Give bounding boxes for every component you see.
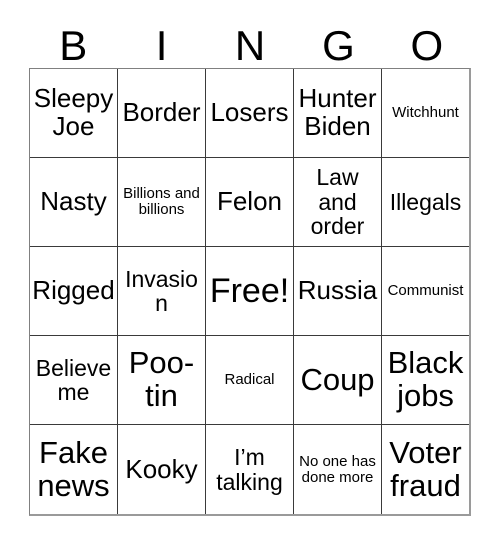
bingo-row: Believe me Poo-tin Radical Coup Black jo… xyxy=(30,336,469,425)
bingo-row: Fake news Kooky I’m talking No one has d… xyxy=(30,425,469,514)
bingo-cell[interactable]: Billions and billions xyxy=(118,158,206,247)
bingo-cell-label: Rigged xyxy=(32,275,115,306)
bingo-cell-label: Russia xyxy=(297,275,378,306)
bingo-row: Sleepy Joe Border Losers Hunter Biden Wi… xyxy=(30,69,469,158)
bingo-cell-label: Communist xyxy=(387,282,464,300)
bingo-grid: Sleepy Joe Border Losers Hunter Biden Wi… xyxy=(29,68,471,516)
bingo-cell[interactable]: Fake news xyxy=(30,425,118,514)
bingo-cell-label: Border xyxy=(122,97,201,128)
bingo-cell-label: Black jobs xyxy=(387,345,464,413)
bingo-cell-label: Law and order xyxy=(310,164,365,240)
bingo-cell[interactable]: Nasty xyxy=(30,158,118,247)
bingo-cell[interactable]: Voter fraud xyxy=(382,425,469,514)
bingo-row: Rigged Invasion Free! Russia Communist xyxy=(30,247,469,336)
bingo-cell-label: Fake news xyxy=(37,434,110,503)
bingo-cell[interactable]: Felon xyxy=(206,158,294,247)
bingo-cell-label: Illegals xyxy=(389,188,462,215)
bingo-cell-label: Kooky xyxy=(125,453,198,484)
bingo-cell-label: Free! xyxy=(209,271,290,310)
bingo-cell-label: Nasty xyxy=(40,186,107,217)
bingo-cell[interactable]: Kooky xyxy=(118,425,206,514)
bingo-cell[interactable]: Russia xyxy=(294,247,382,336)
bingo-cell[interactable]: Border xyxy=(118,69,206,158)
bingo-cell-label: Billions and billions xyxy=(123,185,200,218)
bingo-header: B I N G O xyxy=(29,16,471,68)
bingo-cell[interactable]: Invasion xyxy=(118,247,206,336)
bingo-cell[interactable]: Communist xyxy=(382,247,469,336)
header-letter-n: N xyxy=(234,22,266,69)
bingo-cell[interactable]: Losers xyxy=(206,69,294,158)
bingo-cell-label: Coup xyxy=(300,361,375,397)
bingo-cell[interactable]: Black jobs xyxy=(382,336,469,425)
bingo-cell[interactable]: Law and order xyxy=(294,158,382,247)
bingo-cell[interactable]: Sleepy Joe xyxy=(30,69,118,158)
header-letter-b: B xyxy=(59,22,88,69)
bingo-cell-label: No one has done more xyxy=(299,452,376,486)
bingo-cell[interactable]: I’m talking xyxy=(206,425,294,514)
bingo-cell-label: Radical xyxy=(224,371,275,389)
bingo-cell-label: Losers xyxy=(210,97,289,128)
header-letter-i: I xyxy=(155,22,168,69)
bingo-cell[interactable]: Hunter Biden xyxy=(294,69,382,158)
bingo-cell[interactable]: Witchhunt xyxy=(382,69,469,158)
bingo-cell[interactable]: Illegals xyxy=(382,158,469,247)
bingo-cell-label: Invasion xyxy=(125,265,198,316)
bingo-cell-label: Felon xyxy=(216,186,283,217)
header-letter-g: G xyxy=(322,22,355,69)
bingo-row: Nasty Billions and billions Felon Law an… xyxy=(30,158,469,247)
bingo-cell-label: Hunter Biden xyxy=(298,83,377,141)
bingo-card: B I N G O Sleepy Joe Border Losers Hunte… xyxy=(0,0,500,544)
bingo-cell[interactable]: Coup xyxy=(294,336,382,425)
bingo-cell-label: I’m talking xyxy=(216,444,283,495)
bingo-cell-free[interactable]: Free! xyxy=(206,247,294,336)
bingo-cell[interactable]: Radical xyxy=(206,336,294,425)
bingo-cell-label: Sleepy Joe xyxy=(33,83,114,141)
bingo-cell-label: Believe me xyxy=(35,354,112,405)
header-letter-o: O xyxy=(410,22,444,69)
bingo-cell[interactable]: No one has done more xyxy=(294,425,382,514)
bingo-cell-label: Voter fraud xyxy=(389,434,462,503)
bingo-cell[interactable]: Rigged xyxy=(30,247,118,336)
bingo-cell-label: Poo-tin xyxy=(128,345,195,413)
bingo-cell[interactable]: Believe me xyxy=(30,336,118,425)
bingo-cell[interactable]: Poo-tin xyxy=(118,336,206,425)
bingo-cell-label: Witchhunt xyxy=(392,104,459,122)
